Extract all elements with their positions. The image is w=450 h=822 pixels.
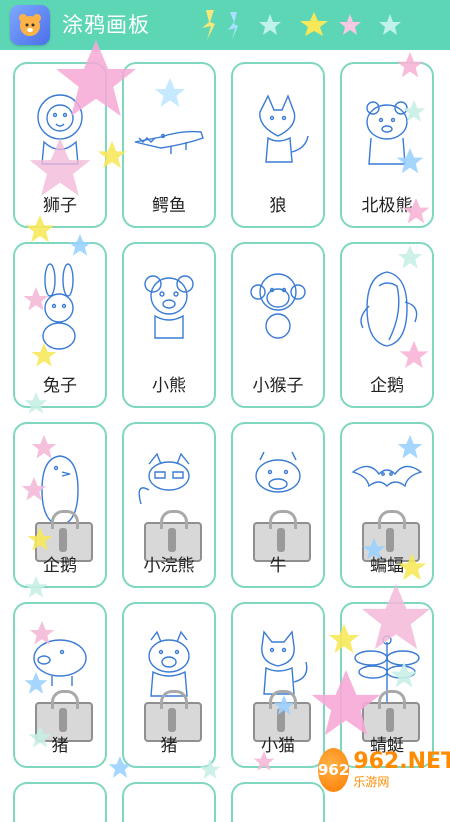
template-card[interactable]: 小浣熊: [122, 422, 216, 588]
template-card[interactable]: 北极熊: [340, 62, 434, 228]
template-card[interactable]: 狮子: [13, 62, 107, 228]
template-card[interactable]: 小熊: [122, 242, 216, 408]
template-label: 小浣熊: [143, 556, 195, 576]
template-card[interactable]: 鳄鱼: [122, 62, 216, 228]
template-label: 小猫: [261, 736, 295, 756]
crocodile-drawing-icon: [134, 130, 204, 154]
template-card[interactable]: 牛: [231, 422, 325, 588]
wolf-drawing-icon: [259, 94, 309, 163]
template-card[interactable]: [122, 782, 216, 822]
template-card[interactable]: 猪: [13, 602, 107, 768]
app-title: 涂鸦画板: [62, 13, 150, 37]
template-card[interactable]: 狼: [231, 62, 325, 228]
template-card[interactable]: 猪: [122, 602, 216, 768]
template-card[interactable]: 企鹅: [340, 242, 434, 408]
watermark-brand: 962.NET: [353, 748, 450, 774]
template-card[interactable]: 兔子: [13, 242, 107, 408]
template-label: 北极熊: [361, 196, 413, 216]
site-watermark: 962 962.NET 乐游网: [318, 740, 450, 800]
template-label: 小猴子: [252, 376, 304, 396]
watermark-site: 乐游网: [353, 774, 390, 789]
app-logo-icon[interactable]: [10, 5, 50, 45]
star-decoration-icon: [202, 10, 401, 40]
bear-drawing-icon: [144, 275, 194, 339]
template-card[interactable]: [13, 782, 107, 822]
template-label: 蝙蝠: [370, 556, 404, 576]
template-card[interactable]: 小猫: [231, 602, 325, 768]
template-card[interactable]: [231, 782, 325, 822]
template-label: 狼: [269, 196, 287, 216]
template-label: 猪: [160, 736, 178, 756]
site-logo-icon: 962: [318, 748, 350, 792]
template-label: 小熊: [152, 376, 186, 396]
template-label: 猪: [51, 736, 69, 756]
template-label: 企鹅: [370, 376, 404, 396]
rabbit-drawing-icon: [42, 263, 76, 350]
template-label: 企鹅: [43, 556, 77, 576]
template-label: 鳄鱼: [152, 196, 186, 216]
template-card[interactable]: 蝙蝠: [340, 422, 434, 588]
template-card[interactable]: 企鹅: [13, 422, 107, 588]
penguin-drawing-icon: [360, 271, 418, 347]
lion-drawing-icon: [37, 94, 83, 165]
template-label: 牛: [269, 556, 287, 576]
template-label: 狮子: [43, 196, 77, 216]
template-card[interactable]: 小猴子: [231, 242, 325, 408]
monkey-drawing-icon: [250, 273, 306, 339]
polar-bear-drawing-icon: [366, 101, 408, 165]
top-bar: 涂鸦画板: [0, 0, 450, 50]
template-label: 兔子: [43, 376, 77, 396]
